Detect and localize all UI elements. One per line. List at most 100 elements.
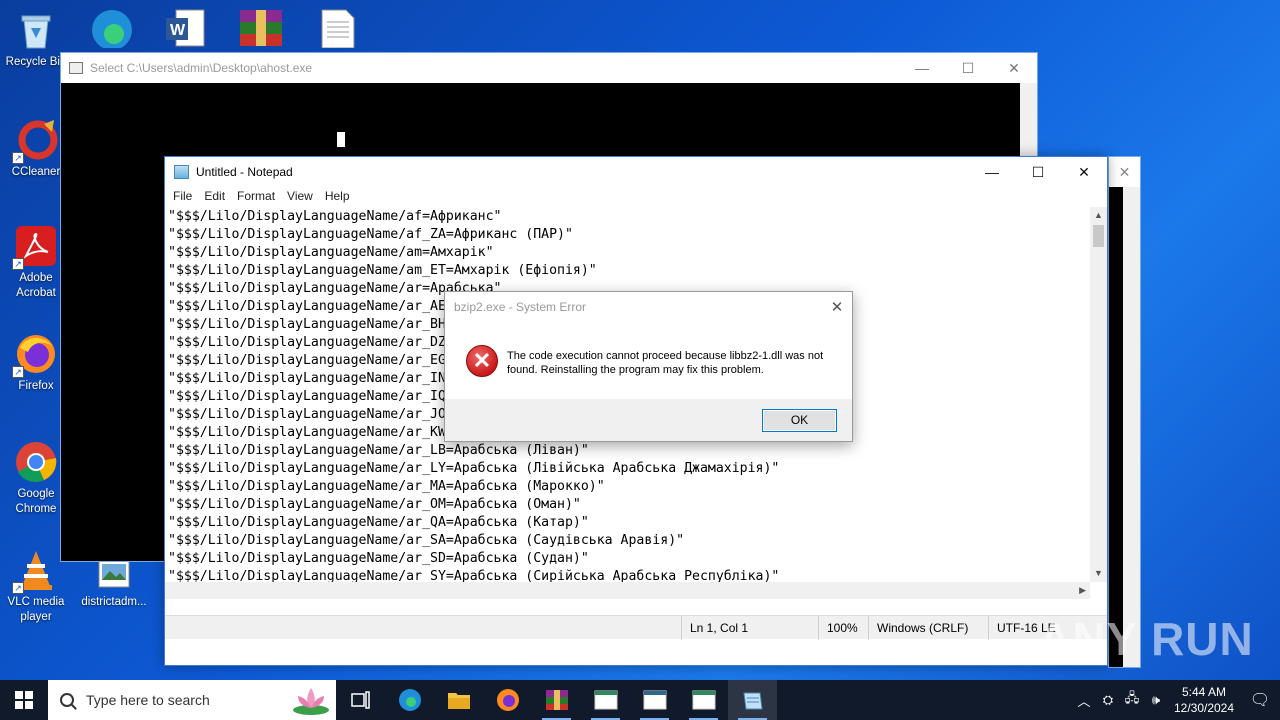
- network-drive-icon[interactable]: ⛭: [1096, 692, 1120, 708]
- text-line: "$$$/Lilo/DisplayLanguageName/ar_SY=Араб…: [168, 569, 780, 582]
- text-line: "$$$/Lilo/DisplayLanguageName/ar_SA=Араб…: [168, 533, 685, 548]
- winrar-icon: [545, 690, 568, 710]
- close-button[interactable]: ✕: [1061, 157, 1107, 187]
- taskbar: Type here to search ︿ ⛭ 🖧 🕪 5:44 AM 12/3…: [0, 680, 1280, 720]
- notepad-title: Untitled - Notepad: [196, 165, 293, 179]
- window-icon: [594, 690, 617, 710]
- volume-icon[interactable]: 🕪: [1144, 692, 1168, 708]
- firefox-icon: ↗: [12, 332, 58, 378]
- taskbar-edge[interactable]: [385, 680, 434, 720]
- background-window[interactable]: ✕: [1108, 156, 1141, 668]
- winrar-desktop-icon[interactable]: [236, 8, 286, 48]
- minimize-button[interactable]: —: [899, 53, 945, 83]
- horizontal-scrollbar[interactable]: ▶: [165, 582, 1090, 599]
- chevron-up-icon[interactable]: ︿: [1072, 691, 1096, 710]
- notepad-icon: [742, 692, 763, 710]
- taskbar-window-1[interactable]: [581, 680, 630, 720]
- text-line: "$$$/Lilo/DisplayLanguageName/af_ZA=Афри…: [168, 227, 573, 242]
- text-file-desktop-icon[interactable]: [318, 8, 358, 49]
- taskbar-window-2[interactable]: [630, 680, 679, 720]
- maximize-button[interactable]: ☐: [945, 53, 991, 83]
- start-button[interactable]: [0, 680, 48, 720]
- close-icon[interactable]: ✕: [822, 298, 852, 316]
- text-line: "$$$/Lilo/DisplayLanguageName/ar_LY=Араб…: [168, 461, 780, 476]
- status-zoom: 100%: [818, 616, 868, 640]
- close-button[interactable]: ✕: [991, 53, 1037, 83]
- chrome-icon: [14, 440, 58, 484]
- notepad-menubar: File Edit Format View Help: [165, 187, 1107, 207]
- taskbar-winrar[interactable]: [532, 680, 581, 720]
- vlc-icon: ↗: [12, 548, 58, 594]
- word-desktop-icon[interactable]: W: [164, 8, 208, 48]
- desktop-icon-label: VLC media player: [7, 596, 65, 623]
- console-title: Select C:\Users\admin\Desktop\ahost.exe: [90, 61, 313, 75]
- taskbar-file-explorer[interactable]: [434, 680, 483, 720]
- dialog-message: The code execution cannot proceed becaus…: [507, 350, 824, 376]
- task-view-icon: [350, 691, 370, 709]
- windows-logo-icon: [15, 691, 33, 709]
- ok-button[interactable]: OK: [762, 409, 837, 432]
- svg-text:W: W: [170, 22, 186, 39]
- status-position: Ln 1, Col 1: [681, 616, 818, 640]
- taskbar-notepad[interactable]: [728, 680, 777, 720]
- recycle-bin-icon: [14, 8, 58, 52]
- notification-icon[interactable]: 🗨: [1240, 690, 1280, 710]
- folder-icon: [447, 693, 470, 709]
- console-titlebar[interactable]: Select C:\Users\admin\Desktop\ahost.exe …: [61, 53, 1037, 83]
- text-line: "$$$/Lilo/DisplayLanguageName/ar_MA=Араб…: [168, 479, 605, 494]
- dialog-titlebar[interactable]: bzip2.exe - System Error ✕: [445, 292, 852, 322]
- edge-desktop-icon[interactable]: [88, 4, 136, 50]
- window-icon: [643, 690, 666, 710]
- dialog-footer: OK: [445, 399, 852, 441]
- search-icon: [60, 693, 74, 707]
- shortcut-arrow-icon: ↗: [12, 258, 24, 270]
- lotus-icon: [293, 688, 329, 715]
- scroll-thumb[interactable]: [1093, 225, 1104, 247]
- notepad-app-icon: [174, 165, 189, 179]
- ccleaner-icon: ↗: [12, 118, 58, 164]
- menu-edit[interactable]: Edit: [198, 187, 231, 207]
- maximize-button[interactable]: ☐: [1015, 157, 1061, 187]
- firefox-icon: [496, 689, 519, 711]
- system-error-dialog[interactable]: bzip2.exe - System Error ✕ ✕ The code ex…: [444, 291, 853, 442]
- shortcut-arrow-icon: ↗: [12, 582, 24, 594]
- minimize-button[interactable]: —: [969, 157, 1015, 187]
- text-line: "$$$/Lilo/DisplayLanguageName/af=Африкан…: [168, 209, 502, 224]
- task-view-button[interactable]: [336, 680, 385, 720]
- menu-format[interactable]: Format: [231, 187, 281, 207]
- clock[interactable]: 5:44 AM 12/30/2024: [1168, 684, 1240, 716]
- text-line: "$$$/Lilo/DisplayLanguageName/ar_LB=Араб…: [168, 443, 589, 458]
- edge-icon: [398, 689, 421, 711]
- menu-help[interactable]: Help: [319, 187, 356, 207]
- background-window-scrollbar[interactable]: [1123, 187, 1140, 667]
- taskbar-window-3[interactable]: [679, 680, 728, 720]
- window-icon: [692, 690, 715, 710]
- desktop-icon-label: districtadm...: [81, 596, 147, 608]
- menu-view[interactable]: View: [281, 187, 319, 207]
- clock-date: 12/30/2024: [1173, 701, 1235, 715]
- menu-file[interactable]: File: [167, 187, 198, 207]
- vertical-scrollbar[interactable]: ▲ ▼: [1090, 207, 1107, 582]
- text-line: "$$$/Lilo/DisplayLanguageName/ar_OM=Араб…: [168, 497, 581, 512]
- shortcut-arrow-icon: ↗: [12, 366, 24, 378]
- close-icon[interactable]: ✕: [1109, 157, 1140, 187]
- notepad-titlebar[interactable]: Untitled - Notepad — ☐ ✕: [165, 157, 1107, 187]
- taskbar-search[interactable]: Type here to search: [48, 680, 336, 720]
- text-line: "$$$/Lilo/DisplayLanguageName/ar_QA=Араб…: [168, 515, 589, 530]
- console-cursor: [337, 132, 345, 147]
- network-icon[interactable]: 🖧: [1120, 689, 1144, 711]
- desktop-icon-districtadm[interactable]: districtadm...: [76, 556, 152, 610]
- scroll-right-arrow-icon[interactable]: ▶: [1079, 585, 1086, 596]
- taskbar-firefox[interactable]: [483, 680, 532, 720]
- anyrun-watermark: ANY RUN: [1038, 613, 1254, 665]
- error-icon: ✕: [466, 345, 498, 377]
- shortcut-arrow-icon: ↗: [12, 152, 24, 164]
- text-line: "$$$/Lilo/DisplayLanguageName/am=Амхарік…: [168, 245, 494, 260]
- text-line: "$$$/Lilo/DisplayLanguageName/ar_SD=Араб…: [168, 551, 589, 566]
- status-bar: Ln 1, Col 1 100% Windows (CRLF) UTF-16 L…: [165, 615, 1107, 640]
- text-line: "$$$/Lilo/DisplayLanguageName/am_ET=Амха…: [168, 263, 597, 278]
- acrobat-icon: ↗: [12, 224, 58, 270]
- scroll-down-arrow-icon[interactable]: ▼: [1090, 565, 1107, 582]
- scroll-up-arrow-icon[interactable]: ▲: [1090, 207, 1107, 224]
- status-line-ending: Windows (CRLF): [868, 616, 988, 640]
